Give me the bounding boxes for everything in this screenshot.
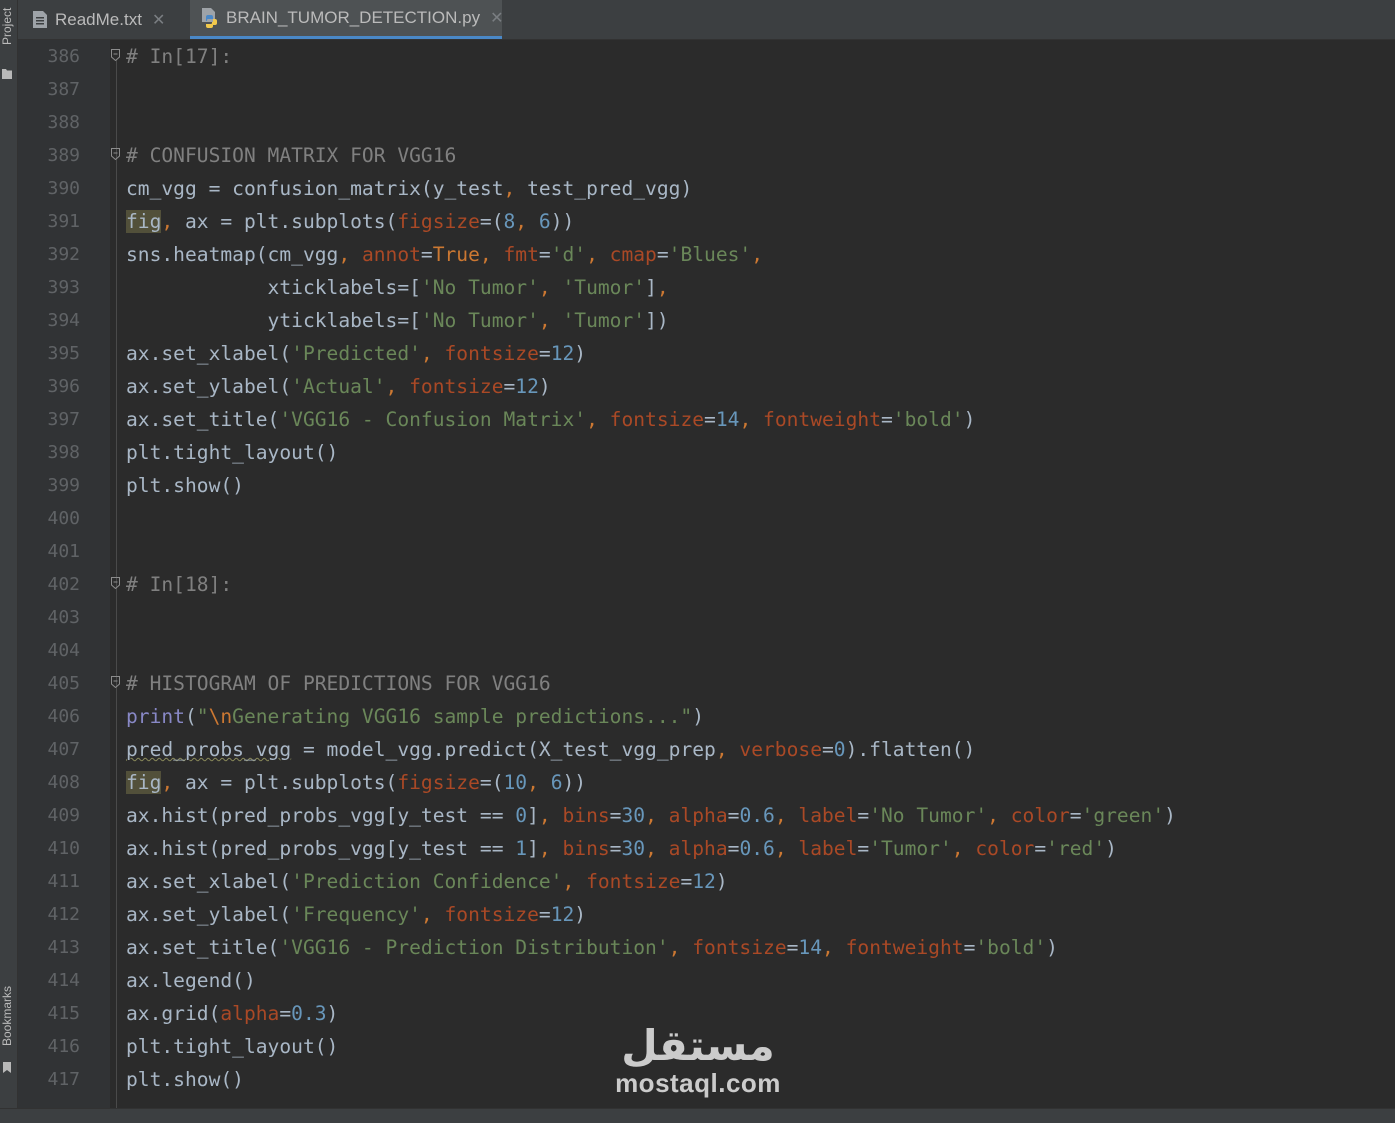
line-number: 387	[47, 79, 80, 100]
code-line[interactable]: ax.set_ylabel('Actual', fontsize=12)	[126, 370, 551, 403]
line-number: 406	[47, 706, 80, 727]
code-line[interactable]: plt.tight_layout()	[126, 436, 338, 469]
line-number: 398	[47, 442, 80, 463]
line-number: 414	[47, 970, 80, 991]
mostaql-watermark: مستقل mostaql.com	[612, 1020, 784, 1102]
tab-readme[interactable]: ReadMe.txt ✕	[18, 0, 188, 39]
line-number: 390	[47, 178, 80, 199]
code-line[interactable]: ax.set_title('VGG16 - Confusion Matrix',…	[126, 403, 975, 436]
code-line[interactable]: plt.show()	[126, 469, 244, 502]
line-number: 402	[47, 574, 80, 595]
line-number: 413	[47, 937, 80, 958]
code-line[interactable]: sns.heatmap(cm_vgg, annot=True, fmt='d',…	[126, 238, 763, 271]
code-editor[interactable]: # In[17]: # CONFUSION MATRIX FOR VGG16 c…	[110, 40, 1395, 1108]
mostaql-logo-text: mostaql.com	[615, 1068, 781, 1098]
folder-icon	[2, 69, 12, 79]
line-number: 391	[47, 211, 80, 232]
code-line[interactable]: # In[17]:	[126, 40, 232, 73]
code-line[interactable]: ax.hist(pred_probs_vgg[y_test == 0], bin…	[126, 799, 1176, 832]
fold-marker-icon[interactable]	[111, 676, 120, 688]
fold-marker-icon[interactable]	[111, 49, 120, 61]
bookmarks-tool-button[interactable]: Bookmarks	[0, 975, 17, 1057]
line-number: 411	[47, 871, 80, 892]
line-number: 404	[47, 640, 80, 661]
code-line[interactable]: plt.show()	[126, 1063, 244, 1096]
line-number: 409	[47, 805, 80, 826]
line-number: 416	[47, 1036, 80, 1057]
close-icon[interactable]: ✕	[490, 8, 503, 28]
status-bar	[0, 1108, 1395, 1123]
line-number: 403	[47, 607, 80, 628]
line-number: 396	[47, 376, 80, 397]
close-icon[interactable]: ✕	[152, 10, 165, 30]
line-number: 400	[47, 508, 80, 529]
code-line[interactable]: # HISTOGRAM OF PREDICTIONS FOR VGG16	[126, 667, 551, 700]
code-line[interactable]: ax.set_xlabel('Predicted', fontsize=12)	[126, 337, 586, 370]
code-line[interactable]: ax.hist(pred_probs_vgg[y_test == 1], bin…	[126, 832, 1117, 865]
project-tool-label: Project	[0, 7, 14, 45]
line-number: 417	[47, 1069, 80, 1090]
line-number: 395	[47, 343, 80, 364]
tab-label: BRAIN_TUMOR_DETECTION.py	[226, 8, 481, 27]
line-number: 401	[47, 541, 80, 562]
line-number: 408	[47, 772, 80, 793]
line-number: 397	[47, 409, 80, 430]
python-file-icon	[200, 8, 218, 28]
line-number: 389	[47, 145, 80, 166]
tab-label: ReadMe.txt	[55, 9, 142, 29]
line-number: 393	[47, 277, 80, 298]
tab-brain-tumor-detection[interactable]: BRAIN_TUMOR_DETECTION.py ✕	[190, 0, 504, 39]
code-line[interactable]: pred_probs_vgg = model_vgg.predict(X_tes…	[126, 733, 975, 766]
line-number: 394	[47, 310, 80, 331]
bookmark-icon	[3, 1062, 11, 1073]
line-number: 407	[47, 739, 80, 760]
mostaql-logo-arabic: مستقل	[621, 1021, 775, 1070]
svg-text:مستقل: مستقل	[621, 1021, 775, 1070]
code-line[interactable]: ax.set_title('VGG16 - Prediction Distrib…	[126, 931, 1058, 964]
code-line[interactable]: xticklabels=['No Tumor', 'Tumor'],	[126, 271, 669, 304]
text-file-icon	[33, 11, 47, 28]
line-number: 415	[47, 1003, 80, 1024]
editor-tab-bar: ReadMe.txt ✕ BRAIN_TUMOR_DETECTION.py ✕	[18, 0, 1395, 40]
code-line[interactable]: fig, ax = plt.subplots(figsize=(8, 6))	[126, 205, 574, 238]
code-line[interactable]: ax.set_ylabel('Frequency', fontsize=12)	[126, 898, 586, 931]
line-number: 386	[47, 46, 80, 67]
code-line[interactable]: yticklabels=['No Tumor', 'Tumor'])	[126, 304, 669, 337]
line-number: 392	[47, 244, 80, 265]
project-tool-button[interactable]: Project	[0, 0, 17, 52]
code-line[interactable]: plt.tight_layout()	[126, 1030, 338, 1063]
fold-marker-icon[interactable]	[111, 148, 120, 160]
fold-marker-icon[interactable]	[111, 577, 120, 589]
line-number-gutter[interactable]: 386 387 388 389 390 391 392 393 394 395 …	[18, 40, 110, 1108]
left-tool-strip: Project Bookmarks re	[0, 0, 18, 1123]
code-line[interactable]: ax.legend()	[126, 964, 256, 997]
line-number: 412	[47, 904, 80, 925]
ide-window: Project Bookmarks re ReadMe.txt	[0, 0, 1395, 1123]
code-line[interactable]: ax.set_xlabel('Prediction Confidence', f…	[126, 865, 728, 898]
code-line[interactable]: # In[18]:	[126, 568, 232, 601]
line-number: 410	[47, 838, 80, 859]
line-number: 405	[47, 673, 80, 694]
bookmarks-tool-label: Bookmarks	[0, 985, 14, 1047]
code-line[interactable]: cm_vgg = confusion_matrix(y_test, test_p…	[126, 172, 692, 205]
code-line[interactable]: print("\nGenerating VGG16 sample predict…	[126, 700, 704, 733]
line-number: 399	[47, 475, 80, 496]
code-line[interactable]: # CONFUSION MATRIX FOR VGG16	[126, 139, 456, 172]
code-line[interactable]: fig, ax = plt.subplots(figsize=(10, 6))	[126, 766, 586, 799]
line-number: 388	[47, 112, 80, 133]
code-line[interactable]: ax.grid(alpha=0.3)	[126, 997, 338, 1030]
